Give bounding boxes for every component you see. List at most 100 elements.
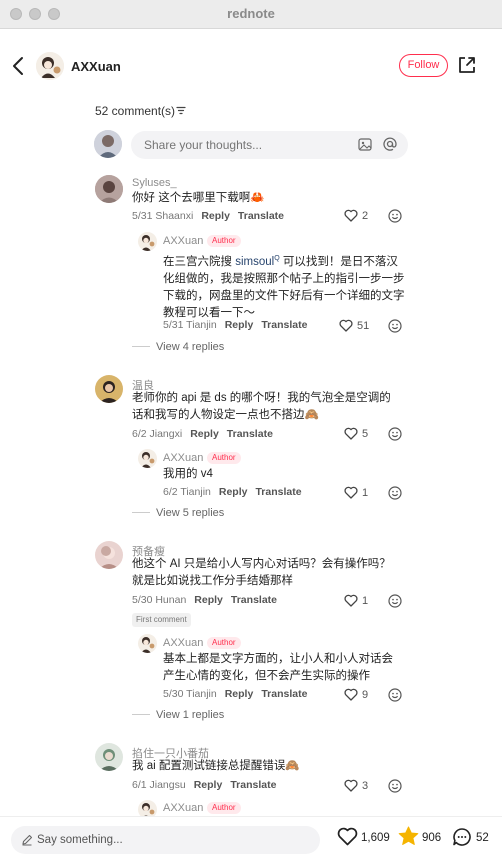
author-badge: Author <box>207 452 241 464</box>
reply-date-location: 5/31 Tianjin <box>163 319 217 331</box>
comment-meta: 5/31 Shaanxi Reply Translate <box>132 210 284 222</box>
translate-button[interactable]: Translate <box>231 594 277 606</box>
emoji-react-icon[interactable] <box>388 209 402 223</box>
heart-icon <box>339 319 353 332</box>
comment-meta: 6/1 Jiangsu Reply Translate <box>132 779 276 791</box>
commenter-avatar[interactable] <box>95 541 123 569</box>
emoji-react-icon[interactable] <box>388 427 402 441</box>
translate-button[interactable]: Translate <box>261 688 307 700</box>
reply-button[interactable]: Reply <box>194 779 223 791</box>
author-reply-avatar[interactable] <box>138 634 157 653</box>
follow-button[interactable]: Follow <box>399 54 448 77</box>
commenter-avatar[interactable] <box>95 375 123 403</box>
heart-icon <box>344 779 358 792</box>
reply-meta: 5/31 Tianjin Reply Translate <box>163 319 307 331</box>
emoji-react-icon[interactable] <box>388 486 402 500</box>
like-count: 1 <box>362 595 369 607</box>
comment-meta: 6/2 Jiangxi Reply Translate <box>132 428 273 440</box>
reply-button[interactable]: Reply <box>201 210 230 222</box>
star-icon[interactable] <box>398 826 419 846</box>
emoji-react-icon[interactable] <box>388 779 402 793</box>
author-name[interactable]: AXXuan <box>71 59 121 74</box>
author-badge: Author <box>207 637 241 649</box>
author-badge: Author <box>207 802 241 814</box>
reply-button[interactable]: Reply <box>219 486 248 498</box>
comment-text: 你好 这个去哪里下载啊🦀 <box>132 192 265 204</box>
view-replies-link[interactable]: View 4 replies <box>132 341 224 353</box>
reply-button[interactable]: Reply <box>190 428 219 440</box>
translate-button[interactable]: Translate <box>238 210 284 222</box>
like-count: 9 <box>362 689 369 701</box>
mention-icon[interactable] <box>383 137 397 151</box>
author-reply-avatar[interactable] <box>138 449 157 468</box>
reply-date-location: 5/30 Tianjin <box>163 688 217 700</box>
like-button[interactable]: 5 <box>344 427 368 440</box>
heart-icon <box>344 427 358 440</box>
like-count: 3 <box>362 780 369 792</box>
reply-author-name[interactable]: AXXuan <box>163 802 203 814</box>
reply-button[interactable]: Reply <box>194 594 223 606</box>
emoji-react-icon[interactable] <box>388 688 402 702</box>
author-avatar[interactable] <box>36 52 64 80</box>
view-replies-link[interactable]: View 5 replies <box>132 507 224 519</box>
reply-text: 在三宫六院搜 simsoulQ 可以找到！是日不落汉化组做的，我是按照那个帖子上… <box>163 250 408 322</box>
reply-date-location: 6/2 Tianjin <box>163 486 211 498</box>
translate-button[interactable]: Translate <box>255 486 301 498</box>
pencil-icon <box>22 834 33 846</box>
reply-button[interactable]: Reply <box>225 688 254 700</box>
reply-text-part: 在三宫六院搜 <box>163 255 236 268</box>
first-comment-badge: First comment <box>132 613 191 627</box>
reply-author-name[interactable]: AXXuan <box>163 452 203 464</box>
reply-text: 基本上都是文字方面的，让小人和小人对话会产生心情的变化，但不会产生实际的操作 <box>163 653 393 682</box>
heart-icon <box>344 688 358 701</box>
comment-date-location: 6/1 Jiangsu <box>132 779 186 791</box>
heart-icon <box>344 209 358 222</box>
my-avatar <box>94 130 122 158</box>
like-count: 5 <box>362 428 369 440</box>
commenter-avatar[interactable] <box>95 743 123 771</box>
emoji-react-icon[interactable] <box>388 319 402 333</box>
reply-author-name[interactable]: AXXuan <box>163 235 203 247</box>
like-count: 51 <box>357 320 370 332</box>
like-button[interactable]: 9 <box>344 688 368 701</box>
view-replies-link[interactable]: View 1 replies <box>132 709 224 721</box>
comment-date-location: 6/2 Jiangxi <box>132 428 183 440</box>
reply-meta: 5/30 Tianjin Reply Translate <box>163 688 307 700</box>
comment-date-location: 5/30 Hunan <box>132 594 187 606</box>
image-icon[interactable] <box>358 138 372 151</box>
post-star-count: 906 <box>422 832 442 844</box>
share-icon[interactable] <box>457 55 477 75</box>
comment-text: 我 ai 配置测试链接总提醒错误🙈 <box>132 760 300 772</box>
comment-icon[interactable] <box>452 827 472 847</box>
commenter-name[interactable]: Syluses_ <box>132 177 177 189</box>
like-button[interactable]: 1 <box>344 594 368 607</box>
like-post-icon[interactable] <box>337 827 358 846</box>
sort-icon[interactable] <box>176 106 186 115</box>
emoji-react-icon[interactable] <box>388 594 402 608</box>
translate-button[interactable]: Translate <box>261 319 307 331</box>
like-button[interactable]: 2 <box>344 209 368 222</box>
like-count: 2 <box>362 210 369 222</box>
author-badge: Author <box>207 235 241 247</box>
say-something-placeholder: Say something... <box>37 834 123 846</box>
translate-button[interactable]: Translate <box>230 779 276 791</box>
like-button[interactable]: 1 <box>344 486 368 499</box>
reply-meta: 6/2 Tianjin Reply Translate <box>163 486 302 498</box>
like-button[interactable]: 3 <box>344 779 368 792</box>
author-reply-avatar[interactable] <box>138 232 157 251</box>
mention-link[interactable]: simsoul <box>235 256 274 268</box>
comment-text: 老师你的 api 是 ds 的哪个呀！我的气泡全是空调的话和我写的人物设定一点也… <box>132 392 391 421</box>
reply-text: 我用的 v4 <box>163 468 213 480</box>
like-button[interactable]: 51 <box>339 319 369 332</box>
translate-button[interactable]: Translate <box>227 428 273 440</box>
bottom-action-bar: Say something... 1,609 906 52 <box>0 816 502 859</box>
reply-author-name[interactable]: AXXuan <box>163 637 203 649</box>
reply-button[interactable]: Reply <box>225 319 254 331</box>
window-titlebar: rednote <box>0 0 502 29</box>
comment-count: 52 comment(s) <box>95 104 176 118</box>
post-comment-count: 52 <box>476 832 489 844</box>
commenter-avatar[interactable] <box>95 175 123 203</box>
heart-icon <box>344 594 358 607</box>
back-icon[interactable] <box>10 56 28 76</box>
say-something-input[interactable]: Say something... <box>11 826 320 854</box>
